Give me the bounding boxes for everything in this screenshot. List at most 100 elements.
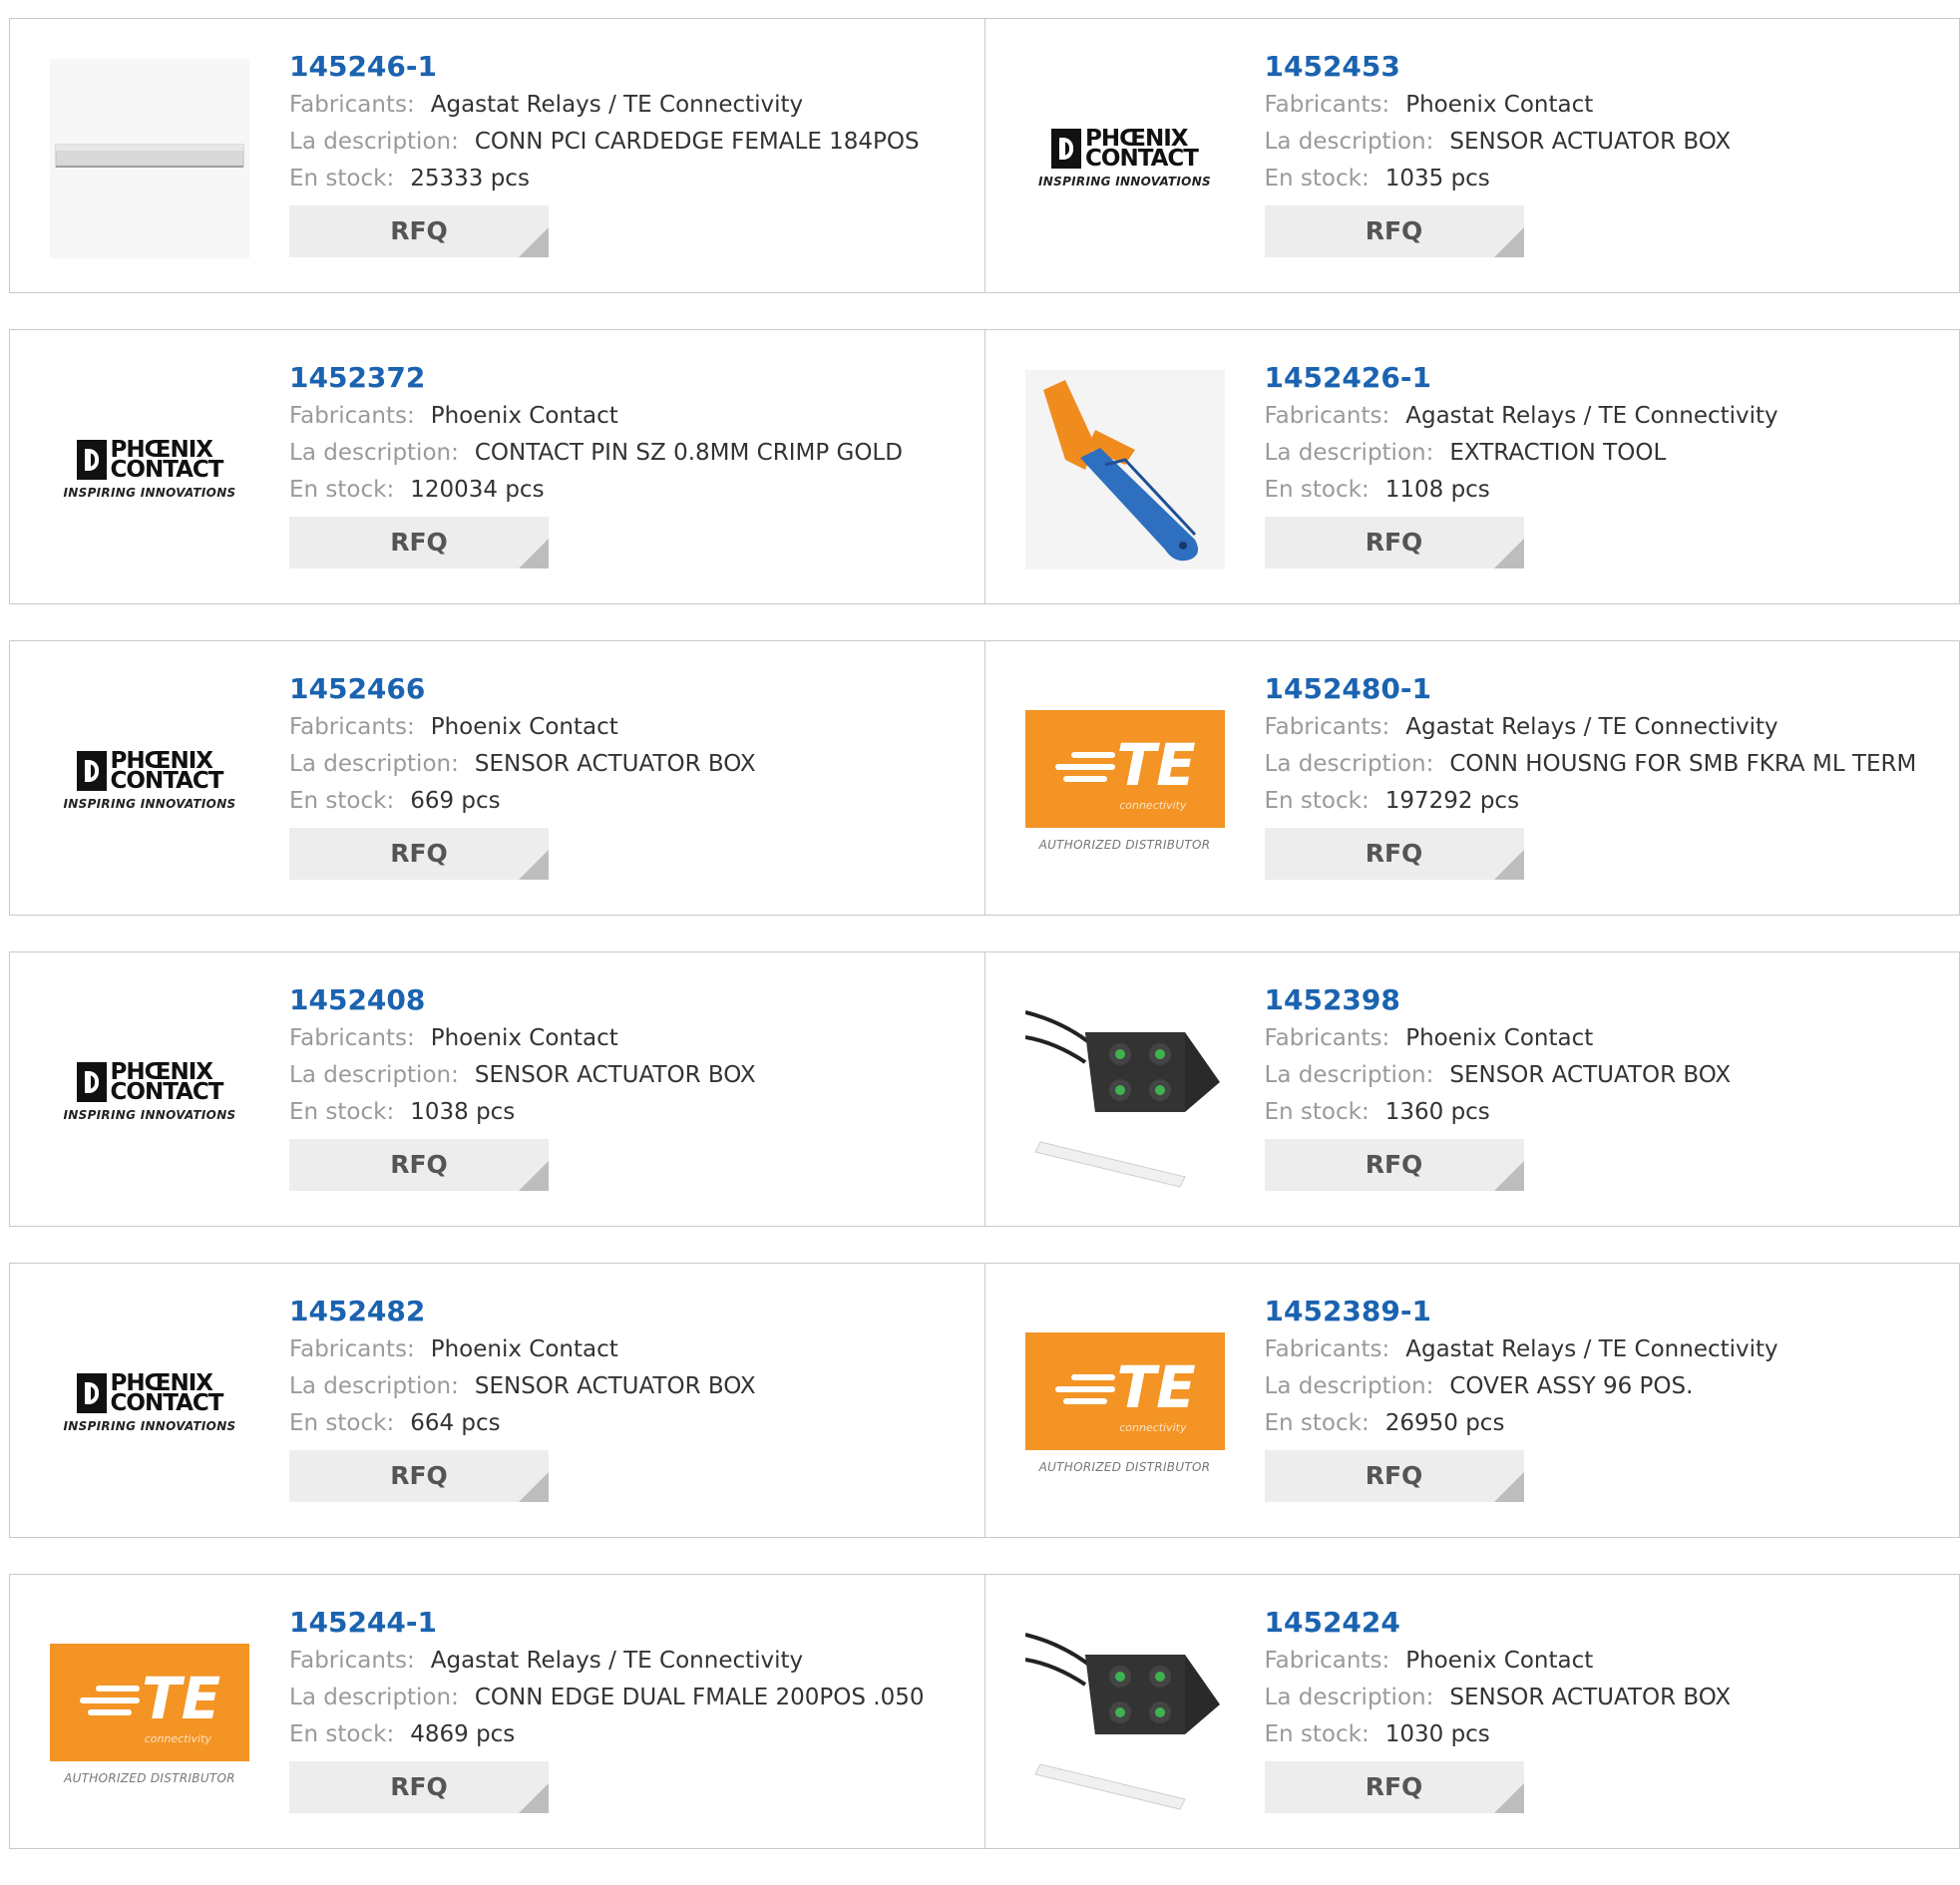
product-image[interactable]: PHŒNIX CONTACT INSPIRING INNOVATIONS (50, 681, 249, 881)
description-row: La description: CONN HOUSNG FOR SMB FKRA … (1265, 746, 1950, 783)
manufacturer-value: Agastat Relays / TE Connectivity (430, 92, 804, 118)
manufacturer-row: Fabricants: Phoenix Contact (1265, 1643, 1950, 1680)
stock-row: En stock: 1030 pcs (1265, 1716, 1950, 1753)
part-number-link[interactable]: 1452480-1 (1265, 669, 1950, 709)
stock-row: En stock: 1035 pcs (1265, 161, 1950, 197)
corner-triangle-icon (519, 1783, 549, 1813)
rfq-button[interactable]: RFQ (289, 205, 549, 257)
part-number-link[interactable]: 1452372 (289, 358, 975, 398)
phoenix-logo-line2: CONTACT (1085, 146, 1199, 172)
part-number-link[interactable]: 1452453 (1265, 47, 1950, 87)
rfq-button[interactable]: RFQ (289, 1139, 549, 1191)
manufacturer-value: Phoenix Contact (1405, 92, 1594, 118)
te-authorized-distributor: AUTHORIZED DISTRIBUTOR (1038, 1460, 1211, 1474)
corner-triangle-icon (519, 1161, 549, 1191)
rfq-button[interactable]: RFQ (1264, 517, 1524, 568)
stock-value: 25333 pcs (410, 166, 530, 191)
description-label: La description: (289, 1685, 459, 1710)
stock-label: En stock: (289, 477, 395, 503)
product-image[interactable]: PHŒNIX CONTACT INSPIRING INNOVATIONS (50, 1304, 249, 1503)
manufacturer-label: Fabricants: (1264, 1336, 1390, 1362)
product-image[interactable] (1024, 1615, 1225, 1814)
phoenix-logo-line2: CONTACT (110, 457, 224, 483)
rfq-button[interactable]: RFQ (1264, 205, 1524, 257)
part-number-link[interactable]: 1452424 (1265, 1603, 1950, 1643)
rfq-button[interactable]: RFQ (289, 828, 549, 880)
rfq-label: RFQ (1365, 839, 1423, 868)
part-number-link[interactable]: 1452466 (289, 669, 975, 709)
product-info: 1452482 Fabricants: Phoenix Contact La de… (289, 1292, 975, 1502)
description-label: La description: (289, 129, 459, 155)
part-number-link[interactable]: 145246-1 (289, 47, 975, 87)
manufacturer-value: Agastat Relays / TE Connectivity (1405, 403, 1778, 429)
product-info: 1452408 Fabricants: Phoenix Contact La de… (289, 980, 975, 1191)
part-number-link[interactable]: 1452482 (289, 1292, 975, 1331)
phoenix-contact-logo: PHŒNIX CONTACT INSPIRING INNOVATIONS (50, 439, 249, 501)
description-row: La description: CONN PCI CARDEDGE FEMALE … (289, 124, 975, 161)
corner-triangle-icon (1493, 850, 1524, 880)
product-info: 145246-1 Fabricants: Agastat Relays / TE … (289, 47, 975, 257)
stock-label: En stock: (1264, 166, 1370, 191)
description-label: La description: (289, 1373, 459, 1399)
description-row: La description: SENSOR ACTUATOR BOX (289, 1368, 975, 1405)
rfq-button[interactable]: RFQ (1264, 1139, 1524, 1191)
rfq-label: RFQ (1365, 528, 1423, 557)
rfq-label: RFQ (390, 1772, 448, 1801)
rfq-button[interactable]: RFQ (289, 517, 549, 568)
description-value: COVER ASSY 96 POS. (1449, 1373, 1694, 1399)
description-row: La description: SENSOR ACTUATOR BOX (1265, 1057, 1950, 1094)
stock-label: En stock: (289, 1721, 395, 1747)
rfq-button[interactable]: RFQ (1264, 1450, 1524, 1502)
description-label: La description: (289, 440, 459, 466)
part-number-link[interactable]: 1452398 (1265, 980, 1950, 1020)
rfq-button[interactable]: RFQ (1264, 828, 1524, 880)
te-logo-sub: connectivity (1119, 799, 1187, 812)
stock-value: 1030 pcs (1384, 1721, 1490, 1747)
corner-triangle-icon (1493, 539, 1524, 568)
stock-label: En stock: (1264, 1410, 1370, 1436)
stock-row: En stock: 1360 pcs (1265, 1094, 1950, 1131)
phoenix-mark-icon (1051, 129, 1082, 169)
corner-triangle-icon (519, 227, 549, 257)
stock-row: En stock: 4869 pcs (289, 1716, 975, 1753)
product-image[interactable]: PHŒNIX CONTACT INSPIRING INNOVATIONS (50, 992, 249, 1192)
phoenix-logo-line2: CONTACT (110, 1390, 224, 1416)
part-number-link[interactable]: 145244-1 (289, 1603, 975, 1643)
description-value: SENSOR ACTUATOR BOX (1449, 1062, 1732, 1088)
part-number-link[interactable]: 1452426-1 (1265, 358, 1950, 398)
product-card: PHŒNIX CONTACT INSPIRING INNOVATIONS 145… (10, 641, 984, 915)
product-row: PHŒNIX CONTACT INSPIRING INNOVATIONS 145… (9, 640, 1960, 916)
stock-value: 4869 pcs (410, 1721, 516, 1747)
rfq-label: RFQ (390, 1461, 448, 1490)
stock-value: 1038 pcs (410, 1099, 516, 1125)
product-image[interactable]: TE connectivity AUTHORIZED DISTRIBUTOR (1024, 1304, 1225, 1503)
manufacturer-value: Agastat Relays / TE Connectivity (430, 1648, 804, 1674)
manufacturer-label: Fabricants: (1264, 92, 1390, 118)
description-row: La description: SENSOR ACTUATOR BOX (1265, 1680, 1950, 1716)
product-image[interactable] (1024, 370, 1225, 569)
rfq-button[interactable]: RFQ (289, 1761, 549, 1813)
product-info: 1452426-1 Fabricants: Agastat Relays / TE… (1264, 358, 1950, 568)
stock-row: En stock: 664 pcs (289, 1405, 975, 1442)
product-image[interactable] (50, 59, 249, 258)
stock-row: En stock: 26950 pcs (1265, 1405, 1950, 1442)
manufacturer-value: Phoenix Contact (430, 403, 618, 429)
part-number-link[interactable]: 1452408 (289, 980, 975, 1020)
rfq-button[interactable]: RFQ (289, 1450, 549, 1502)
manufacturer-value: Phoenix Contact (1405, 1025, 1594, 1051)
rfq-button[interactable]: RFQ (1264, 1761, 1524, 1813)
product-image[interactable]: PHŒNIX CONTACT INSPIRING INNOVATIONS (1025, 59, 1225, 258)
product-image[interactable]: TE connectivity AUTHORIZED DISTRIBUTOR (50, 1615, 249, 1814)
manufacturer-row: Fabricants: Phoenix Contact (1265, 87, 1950, 124)
te-logo-sub: connectivity (1119, 1421, 1187, 1434)
sensor-box-photo (1024, 1615, 1225, 1814)
product-image[interactable]: PHŒNIX CONTACT INSPIRING INNOVATIONS (50, 370, 249, 569)
product-image[interactable]: TE connectivity AUTHORIZED DISTRIBUTOR (1024, 681, 1225, 881)
description-value: CONN EDGE DUAL FMALE 200POS .050 (474, 1685, 925, 1710)
product-image[interactable] (1024, 992, 1225, 1192)
description-value: SENSOR ACTUATOR BOX (1449, 1685, 1732, 1710)
description-label: La description: (1264, 1685, 1434, 1710)
part-number-link[interactable]: 1452389-1 (1265, 1292, 1950, 1331)
manufacturer-label: Fabricants: (289, 403, 415, 429)
rfq-label: RFQ (390, 528, 448, 557)
